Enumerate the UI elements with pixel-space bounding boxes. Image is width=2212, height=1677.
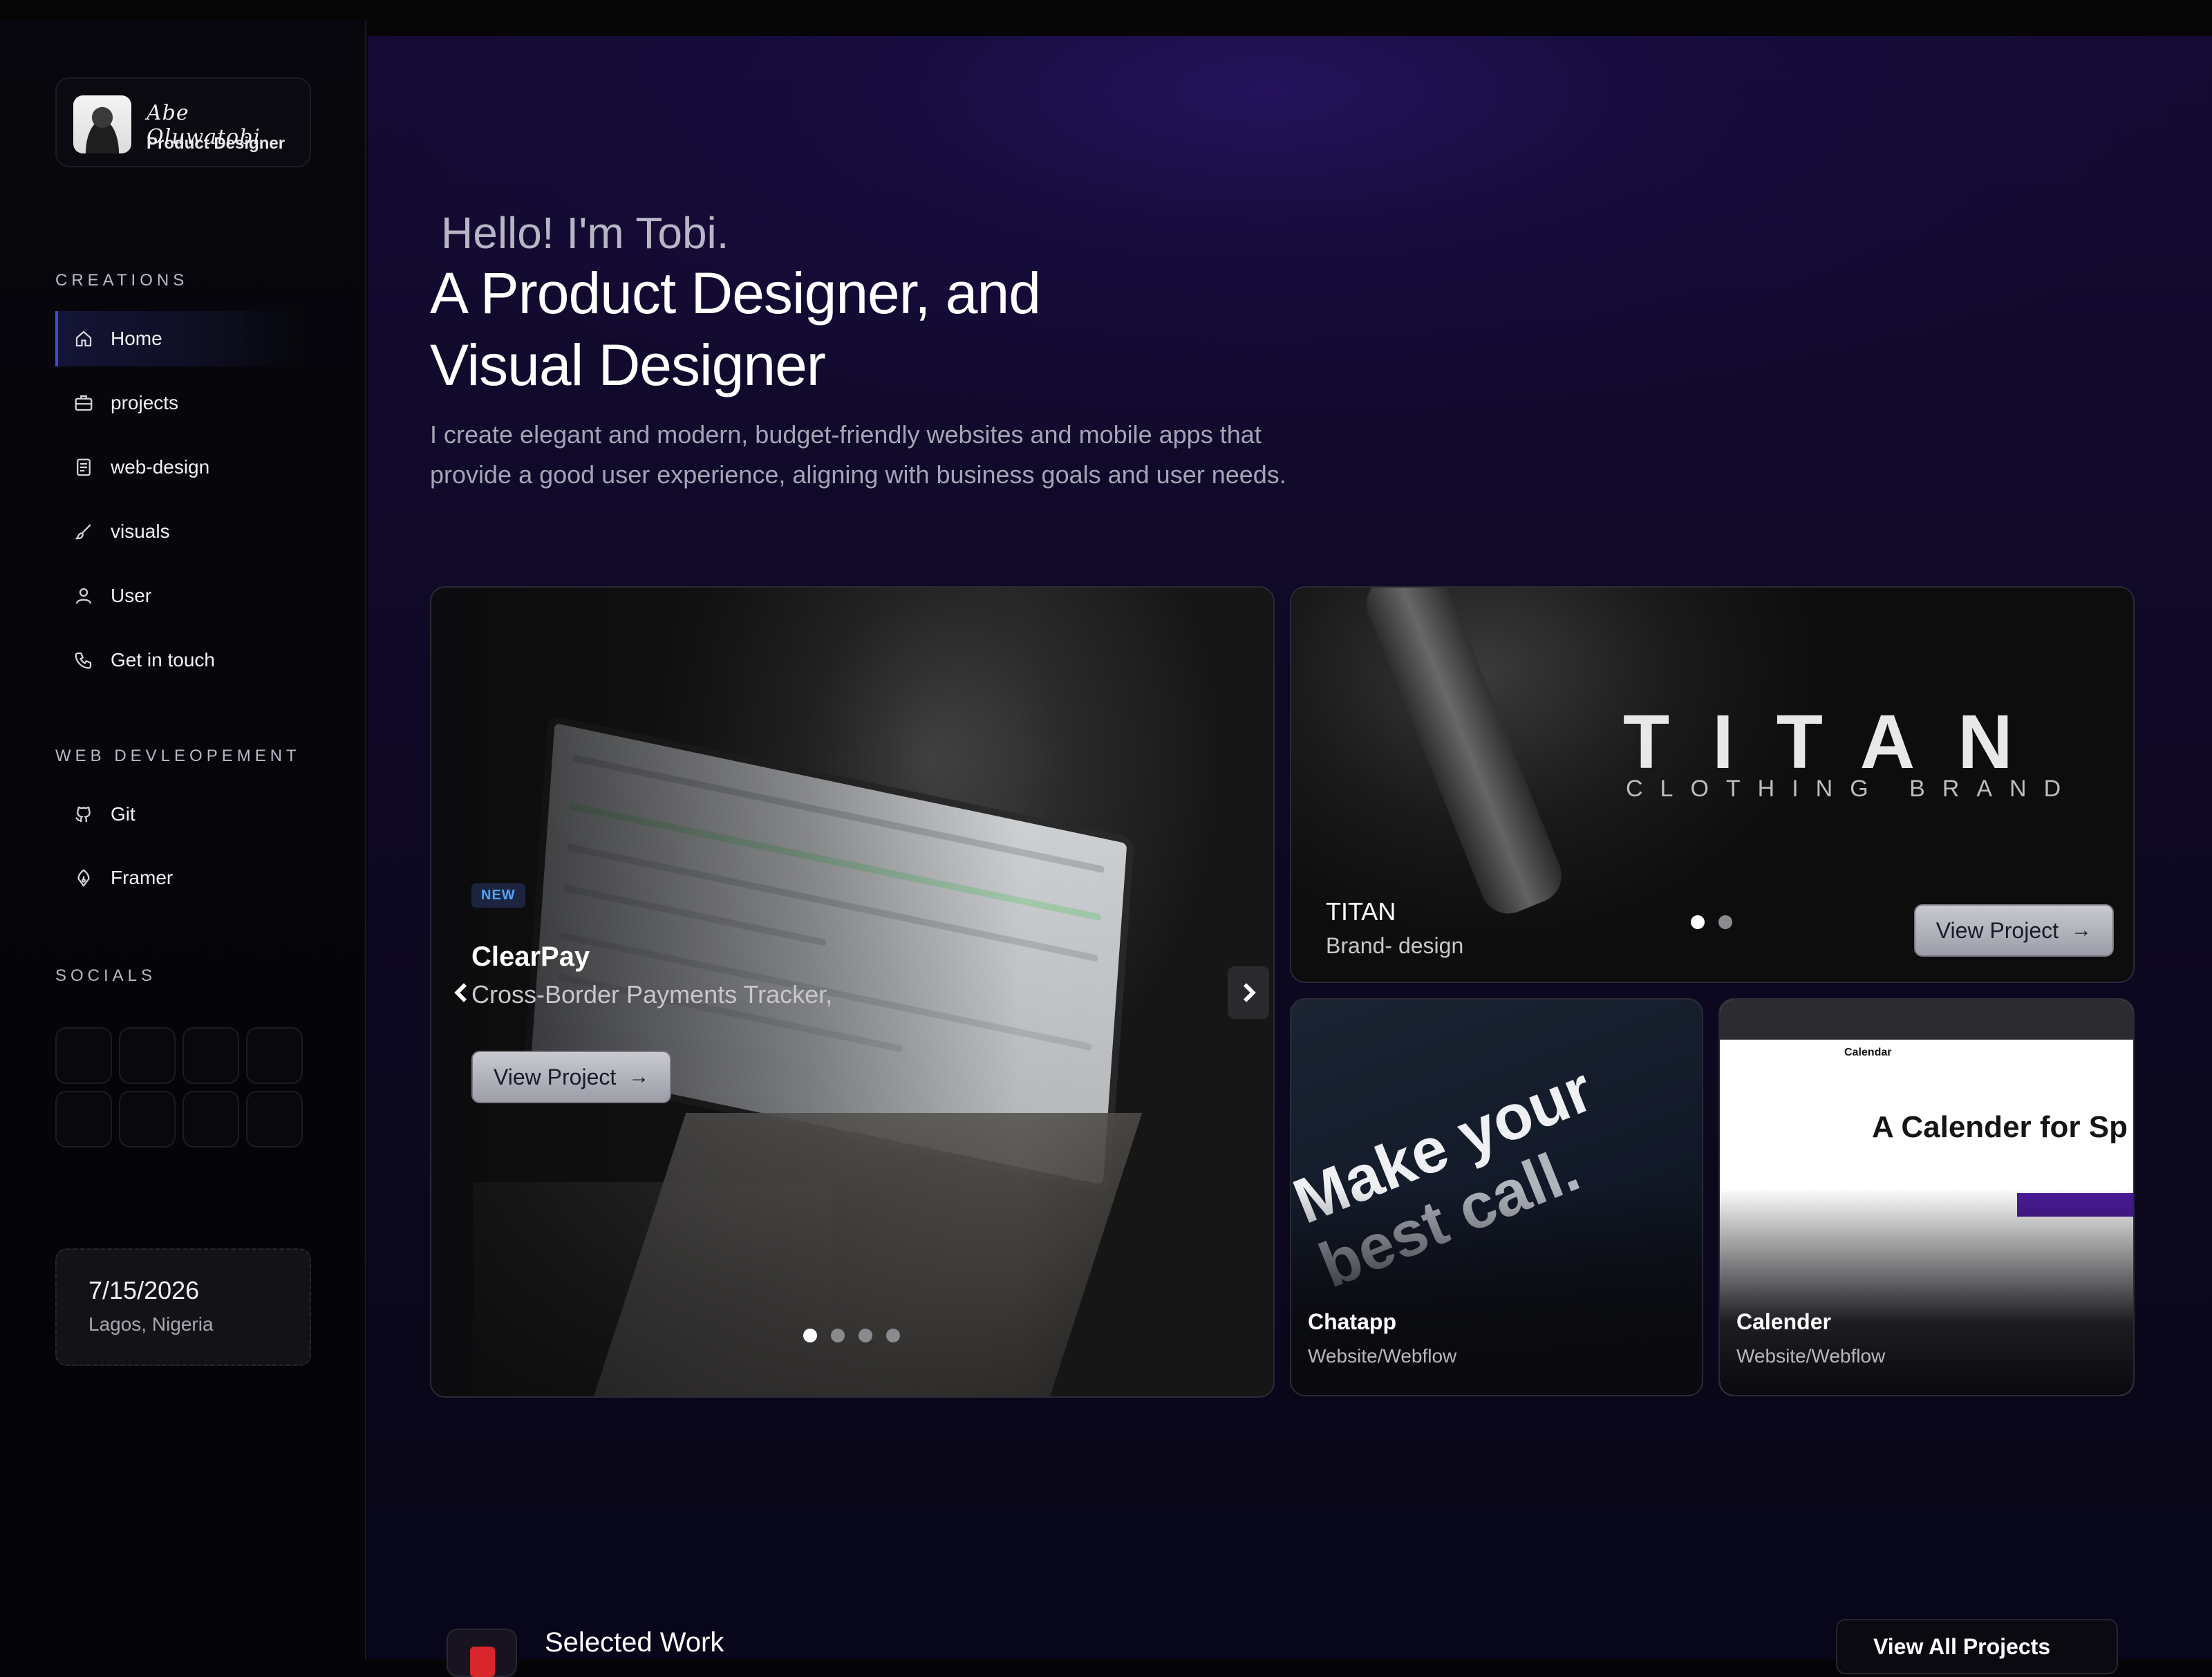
home-icon	[73, 328, 94, 349]
hero-headline-line-1: A Product Designer, and	[430, 261, 1041, 326]
socials-grid	[55, 1027, 303, 1147]
sidebar-item-framer[interactable]: Framer	[55, 850, 304, 906]
hero-headline: A Product Designer, and Visual Designer	[430, 257, 1041, 401]
brush-icon	[73, 521, 94, 542]
view-project-label: View Project	[494, 1064, 617, 1089]
social-link[interactable]	[246, 1091, 303, 1147]
selected-work-title: Selected Work	[545, 1627, 724, 1658]
sidebar-item-user[interactable]: User	[55, 568, 304, 624]
view-project-button[interactable]: View Project →	[471, 1051, 672, 1103]
titan-project-subtitle: Brand- design	[1326, 933, 1464, 958]
socials-section-label: SOCIALS	[55, 966, 157, 985]
view-project-label: View Project	[1936, 917, 2059, 943]
hero-greeting: Hello! I'm Tobi.	[441, 208, 729, 258]
calendar-title: Calender	[1736, 1309, 1831, 1334]
briefcase-icon	[73, 393, 94, 413]
carousel-dot[interactable]	[886, 1329, 900, 1342]
titan-carousel-indicators	[1691, 915, 1732, 929]
location: Lagos, Nigeria	[88, 1313, 214, 1335]
sidebar-item-projects[interactable]: projects	[55, 375, 304, 431]
chevron-left-icon	[454, 983, 467, 1002]
social-link[interactable]	[182, 1027, 239, 1084]
document-icon	[73, 457, 94, 478]
sidebar-item-label: Get in touch	[111, 649, 215, 671]
date-location-card: 7/15/2026 Lagos, Nigeria	[55, 1248, 311, 1366]
hero-intro-line-1: I create elegant and modern, budget-frie…	[430, 420, 1262, 449]
sidebar-item-label: web-design	[111, 456, 210, 478]
titan-view-project-button[interactable]: View Project →	[1913, 904, 2114, 957]
titan-project-card[interactable]: TITAN CLOTHING BRAND TITAN Brand- design…	[1290, 586, 2135, 983]
titan-logo-tagline: CLOTHING BRAND	[1626, 776, 2079, 802]
featured-project-title: ClearPay	[471, 941, 590, 972]
sidebar-item-label: Framer	[111, 867, 174, 888]
carousel-dot[interactable]	[859, 1329, 872, 1342]
arrow-right-icon: →	[2071, 919, 2092, 941]
web-development-section-label: WEB DEVLEOPEMENT	[55, 747, 301, 765]
sidebar-item-home[interactable]: Home	[55, 311, 304, 366]
sidebar-item-label: Git	[111, 803, 135, 825]
new-badge: NEW	[471, 883, 525, 908]
browser-chrome-image	[1720, 1000, 2133, 1040]
carousel-dot[interactable]	[803, 1329, 817, 1342]
carousel-next-button[interactable]	[1228, 966, 1269, 1019]
social-link[interactable]	[119, 1091, 176, 1147]
titan-project-title: TITAN	[1326, 897, 1396, 926]
chatapp-subtitle: Website/Webflow	[1308, 1345, 1457, 1367]
hero-intro: I create elegant and modern, budget-frie…	[430, 415, 1398, 495]
social-link[interactable]	[55, 1091, 112, 1147]
chevron-right-icon	[1243, 983, 1256, 1002]
calendar-artwork-headline: A Calender for Sp	[1872, 1110, 2128, 1144]
avatar	[73, 95, 131, 153]
sidebar-item-visuals[interactable]: visuals	[55, 504, 304, 559]
carousel-prev-button[interactable]	[441, 966, 482, 1019]
framer-icon	[73, 868, 94, 888]
github-icon	[73, 804, 94, 825]
view-all-projects-label: View All Projects	[1873, 1633, 2051, 1659]
carousel-dot[interactable]	[831, 1329, 845, 1342]
carousel-dot[interactable]	[1691, 915, 1705, 929]
phone-icon	[73, 650, 94, 671]
sidebar-item-git[interactable]: Git	[55, 787, 304, 842]
view-all-projects-button[interactable]: View All Projects	[1836, 1619, 2118, 1674]
profile-card[interactable]: Abe Oluwatobi Product Designer	[55, 77, 311, 167]
selected-work-section: Selected Work View All Projects	[368, 1507, 2212, 1677]
calendar-logo: Calendar	[1844, 1047, 1892, 1058]
sidebar-item-label: projects	[111, 392, 179, 413]
sidebar-item-get-in-touch[interactable]: Get in touch	[55, 633, 304, 688]
sewing-needle-image	[1358, 588, 1571, 922]
arrow-right-icon: →	[628, 1065, 650, 1088]
chatapp-project-card[interactable]: Make your best call. Chatapp Website/Web…	[1290, 998, 1703, 1396]
social-link[interactable]	[246, 1027, 303, 1084]
titan-logo-text: TITAN	[1623, 700, 2056, 785]
sidebar-item-web-design[interactable]: web-design	[55, 440, 304, 495]
selected-work-icon	[447, 1629, 517, 1677]
sidebar-item-label: User	[111, 585, 152, 606]
sidebar-item-label: Home	[111, 328, 162, 349]
calendar-subtitle: Website/Webflow	[1736, 1345, 1886, 1367]
chatapp-title: Chatapp	[1308, 1309, 1396, 1334]
sidebar-item-label: visuals	[111, 521, 170, 542]
sidebar: Abe Oluwatobi Product Designer CREATIONS…	[0, 21, 366, 1659]
social-link[interactable]	[119, 1027, 176, 1084]
social-link[interactable]	[55, 1027, 112, 1084]
calendar-project-card[interactable]: Calendar A Calender for Sp Calender Webs…	[1718, 998, 2135, 1396]
carousel-dot[interactable]	[1718, 915, 1732, 929]
featured-project-subtitle: Cross-Border Payments Tracker,	[471, 980, 833, 1009]
carousel-indicators	[803, 1329, 900, 1342]
current-date: 7/15/2026	[88, 1276, 200, 1304]
hero-intro-line-2: provide a good user experience, aligning…	[430, 460, 1286, 489]
featured-project-card[interactable]: NEW ClearPay Cross-Border Payments Track…	[430, 586, 1275, 1398]
hero-headline-line-2: Visual Designer	[430, 332, 826, 397]
profile-role: Product Designer	[147, 134, 285, 153]
creations-section-label: CREATIONS	[55, 271, 189, 290]
user-icon	[73, 585, 94, 606]
social-link[interactable]	[182, 1091, 239, 1147]
